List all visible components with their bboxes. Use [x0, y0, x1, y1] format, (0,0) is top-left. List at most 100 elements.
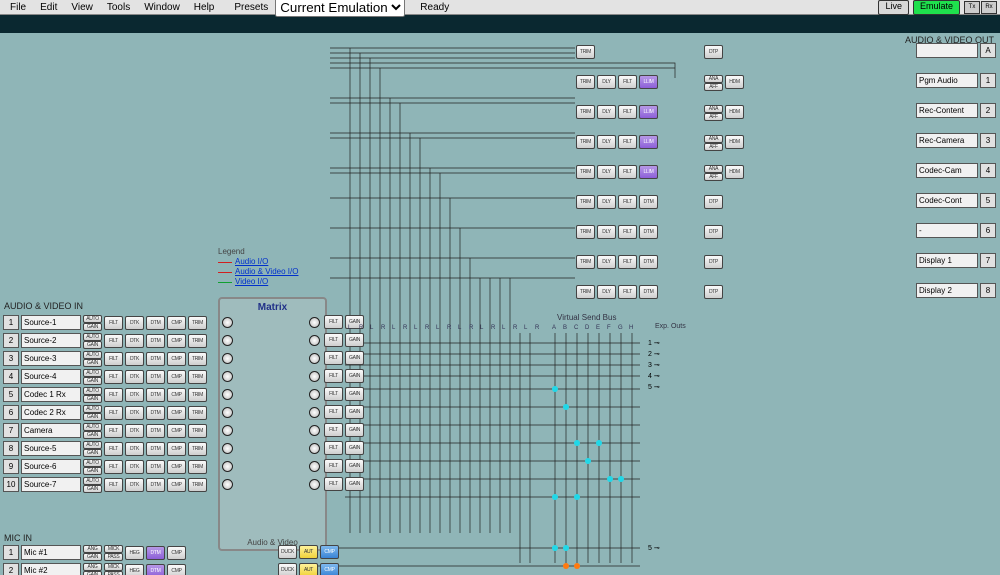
module-AUT[interactable]: AUT: [299, 563, 318, 575]
menu-view[interactable]: View: [64, 2, 100, 13]
module-TRIM[interactable]: TRIM: [188, 442, 207, 456]
module-TRIM[interactable]: TRIM: [576, 255, 595, 269]
module-FILT[interactable]: FILT: [104, 460, 123, 474]
module-TRIM[interactable]: TRIM: [576, 75, 595, 89]
tx-button[interactable]: Tx: [964, 1, 980, 14]
module-pair[interactable]: AUTOGAIN: [83, 333, 102, 349]
module-CMP[interactable]: CMP: [167, 316, 186, 330]
module-DUCK[interactable]: DUCK: [278, 545, 297, 559]
module-TRIM[interactable]: TRIM: [576, 225, 595, 239]
module-pair[interactable]: MICKPASS: [104, 563, 123, 575]
module-FILT[interactable]: FILT: [324, 333, 343, 347]
module-CMP[interactable]: CMP: [167, 424, 186, 438]
matrix-out-port-2[interactable]: [309, 335, 320, 346]
module-DTM[interactable]: DTM: [639, 195, 658, 209]
channel-name[interactable]: Mic #1: [21, 545, 81, 560]
matrix-in-port-9[interactable]: [222, 461, 233, 472]
module-TRIM[interactable]: TRIM: [576, 195, 595, 209]
module-FILT[interactable]: FILT: [618, 255, 637, 269]
module-DTM[interactable]: DTM: [146, 478, 165, 492]
legend-audio-io[interactable]: Audio I/O: [218, 257, 298, 267]
module-TRIM[interactable]: TRIM: [576, 285, 595, 299]
module-FILT[interactable]: FILT: [618, 225, 637, 239]
channel-name[interactable]: Source-4: [21, 369, 81, 384]
module-FILT[interactable]: FILT: [104, 316, 123, 330]
module-FILT[interactable]: FILT: [324, 459, 343, 473]
matrix-out-port-4[interactable]: [309, 371, 320, 382]
module-GAIN[interactable]: GAIN: [345, 333, 364, 347]
module-pair[interactable]: ANAAFF: [704, 135, 723, 151]
module-DTM[interactable]: DTM: [146, 388, 165, 402]
module-TRIM[interactable]: TRIM: [188, 424, 207, 438]
matrix-out-port-3[interactable]: [309, 353, 320, 364]
module-DLY[interactable]: DLY: [597, 225, 616, 239]
module-DTM[interactable]: DTM: [146, 406, 165, 420]
matrix-in-port-5[interactable]: [222, 389, 233, 400]
out-name[interactable]: Pgm Audio: [916, 73, 978, 88]
module-pair[interactable]: ANAAFF: [704, 105, 723, 121]
matrix-in-port-4[interactable]: [222, 371, 233, 382]
module-CMP[interactable]: CMP: [167, 460, 186, 474]
module-FILT[interactable]: FILT: [324, 405, 343, 419]
out-name[interactable]: Codec-Cont: [916, 193, 978, 208]
module-FILT[interactable]: FILT: [104, 334, 123, 348]
module-DLY[interactable]: DLY: [597, 285, 616, 299]
module-hdmi[interactable]: HDM: [725, 105, 744, 119]
module-DLY[interactable]: DLY: [597, 105, 616, 119]
module-hdmi[interactable]: HDM: [725, 165, 744, 179]
module-DTP[interactable]: DTP: [704, 285, 723, 299]
module-pair[interactable]: ANGGAIN: [83, 545, 102, 561]
matrix-in-port-10[interactable]: [222, 479, 233, 490]
module-CMP[interactable]: CMP: [167, 388, 186, 402]
module-FILT[interactable]: FILT: [618, 75, 637, 89]
module-CMP[interactable]: CMP: [167, 370, 186, 384]
module-pair[interactable]: ANGGAIN: [83, 563, 102, 575]
legend-audio-video-io[interactable]: Audio & Video I/O: [218, 267, 298, 277]
module-GAIN[interactable]: GAIN: [345, 405, 364, 419]
module-pair[interactable]: MICKPASS: [104, 545, 123, 561]
module-TRIM[interactable]: TRIM: [188, 352, 207, 366]
out-name[interactable]: Display 2: [916, 283, 978, 298]
module-GAIN[interactable]: GAIN: [345, 423, 364, 437]
module-DLY[interactable]: DLY: [597, 135, 616, 149]
module-CMP[interactable]: CMP: [167, 546, 186, 560]
module-DTK[interactable]: DTK: [125, 442, 144, 456]
menu-file[interactable]: File: [3, 2, 33, 13]
module-DTK[interactable]: DTK: [125, 406, 144, 420]
matrix-in-port-7[interactable]: [222, 425, 233, 436]
channel-name[interactable]: Mic #2: [21, 563, 81, 575]
live-button[interactable]: Live: [878, 0, 909, 15]
module-FILT[interactable]: FILT: [324, 369, 343, 383]
module-DTP[interactable]: DTP: [704, 45, 723, 59]
module-FILT[interactable]: FILT: [618, 195, 637, 209]
module-pair[interactable]: AUTOGAIN: [83, 441, 102, 457]
module-DTK[interactable]: DTK: [125, 352, 144, 366]
module-GAIN[interactable]: GAIN: [345, 459, 364, 473]
out-name[interactable]: Codec-Cam: [916, 163, 978, 178]
module-DTK[interactable]: DTK: [125, 316, 144, 330]
module-hdmi[interactable]: HDM: [725, 75, 744, 89]
module-FILT[interactable]: FILT: [324, 351, 343, 365]
module-DLY[interactable]: DLY: [597, 195, 616, 209]
module-pair[interactable]: AUTOGAIN: [83, 405, 102, 421]
matrix-in-port-3[interactable]: [222, 353, 233, 364]
module-TRIM[interactable]: TRIM: [576, 105, 595, 119]
module-DTM[interactable]: DTM: [639, 255, 658, 269]
module-TRIM[interactable]: TRIM: [188, 406, 207, 420]
module-FILT[interactable]: FILT: [324, 423, 343, 437]
channel-name[interactable]: Source-2: [21, 333, 81, 348]
matrix-out-port-9[interactable]: [309, 461, 320, 472]
out-name[interactable]: -: [916, 223, 978, 238]
module-FILT[interactable]: FILT: [324, 477, 343, 491]
module-TRIM[interactable]: TRIM: [576, 165, 595, 179]
menu-window[interactable]: Window: [137, 2, 187, 13]
legend-video-io[interactable]: Video I/O: [218, 277, 298, 287]
module-FILT[interactable]: FILT: [324, 387, 343, 401]
matrix-in-port-2[interactable]: [222, 335, 233, 346]
module-FILT[interactable]: FILT: [104, 478, 123, 492]
module-GAIN[interactable]: GAIN: [345, 477, 364, 491]
matrix-in-port-1[interactable]: [222, 317, 233, 328]
module-DTP[interactable]: DTP: [704, 255, 723, 269]
module-pair[interactable]: ANAAFF: [704, 75, 723, 91]
module-FILT[interactable]: FILT: [324, 441, 343, 455]
